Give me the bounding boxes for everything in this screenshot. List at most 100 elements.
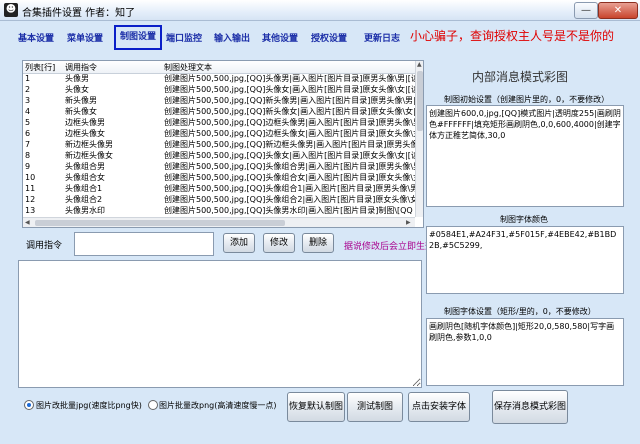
table-row[interactable]: 6 边框头像女 创建图片500,500,jpg,[QQ]边框头像女|画入图片[图片目… <box>23 129 415 139</box>
vertical-scrollbar[interactable]: ▲ <box>415 61 423 217</box>
test-drawing-button[interactable]: 测试制图 <box>347 392 403 422</box>
row-command: 头像男 <box>65 74 89 83</box>
modify-hint: 据说修改后会立即生效 <box>344 242 435 252</box>
tab-input-output[interactable]: 输入输出 <box>214 31 250 44</box>
window-title: 合集插件设置 作者：知了 <box>22 8 136 19</box>
column-header-index[interactable]: 列表[行] <box>25 62 55 73</box>
row-index: 4 <box>25 107 31 116</box>
row-index: 3 <box>25 96 31 105</box>
command-input[interactable] <box>74 232 214 256</box>
minimize-button[interactable]: — <box>574 2 598 19</box>
row-command: 头像男水印 <box>65 206 105 215</box>
tab-license-settings[interactable]: 授权设置 <box>311 31 347 44</box>
row-command: 边框头像男 <box>65 118 105 127</box>
table-row[interactable]: 9 头像组合男 创建图片500,500,jpg,[QQ]头像组合男|画入图片[图片目… <box>23 162 415 172</box>
row-command: 新头像男 <box>65 96 97 105</box>
row-index: 8 <box>25 151 31 160</box>
tab-menu-settings[interactable]: 菜单设置 <box>67 31 103 44</box>
jpg-batch-radio[interactable] <box>24 400 34 410</box>
horizontal-scrollbar[interactable]: ◀ ▶ <box>23 217 415 227</box>
row-text: 创建图片500,500,jpg,[QQ]新边框头像男|画入图片[图片目录]原男头… <box>164 140 415 149</box>
save-message-image-button[interactable]: 保存消息模式彩图 <box>492 390 568 424</box>
add-button[interactable]: 添加 <box>223 233 255 253</box>
modify-button[interactable]: 修改 <box>263 233 295 253</box>
row-index: 5 <box>25 118 31 127</box>
row-text: 创建图片500,500,jpg,[QQ]头像组合女|画入图片[图片目录]原女头像… <box>164 173 415 182</box>
tab-port-monitor[interactable]: 端口监控 <box>166 31 202 44</box>
scroll-right-icon[interactable]: ▶ <box>406 219 411 226</box>
command-label: 调用指令 <box>26 241 63 251</box>
row-text: 创建图片500,500,jpg,[QQ]头像男水印|画入图片[图片目录]制图\[… <box>164 206 413 215</box>
table-row[interactable]: 13 头像男水印 创建图片500,500,jpg,[QQ]头像男水印|画入图片[图片… <box>23 206 415 216</box>
drawing-text-area[interactable] <box>18 260 422 388</box>
tab-basic-settings[interactable]: 基本设置 <box>18 31 54 44</box>
table-row[interactable]: 2 头像女 创建图片500,500,jpg,[QQ]头像女|画入图片[图片目录]原女… <box>23 85 415 95</box>
vertical-scroll-thumb[interactable] <box>417 71 423 131</box>
tab-other-settings[interactable]: 其他设置 <box>262 31 298 44</box>
install-font-button[interactable]: 点击安装字体 <box>408 392 470 422</box>
tab-update-log[interactable]: 更新日志 <box>364 31 400 44</box>
row-index: 6 <box>25 129 31 138</box>
app-icon: ☻ <box>4 3 18 17</box>
table-row[interactable]: 3 新头像男 创建图片500,500,jpg,[QQ]新头像男|画入图片[图片目录]… <box>23 96 415 106</box>
row-text: 创建图片500,500,jpg,[QQ]头像组合男|画入图片[图片目录]原男头像… <box>164 162 415 171</box>
tab-drawing-settings[interactable]: 制图设置 <box>114 25 163 50</box>
row-index: 1 <box>25 74 31 83</box>
row-index: 9 <box>25 162 31 171</box>
row-text: 创建图片500,500,jpg,[QQ]新头像女|画入图片[图片目录]原女头像\… <box>164 107 415 116</box>
list-header: 列表[行] 调用指令 制图处理文本 <box>23 61 415 74</box>
row-index: 12 <box>25 195 36 204</box>
table-row[interactable]: 12 头像组合2 创建图片500,500,jpg,[QQ]头像组合2|画入图片[图片… <box>23 195 415 205</box>
row-command: 头像女 <box>65 85 89 94</box>
row-command: 新头像女 <box>65 107 97 116</box>
row-text: 创建图片500,500,jpg,[QQ]头像女|画入图片[图片目录]原女头像\女… <box>164 85 415 94</box>
row-index: 10 <box>25 173 36 182</box>
font-color-textbox[interactable]: #0584E1,#A24F31,#5F015F,#4EBE42,#B1BD2B,… <box>426 226 624 294</box>
row-command: 边框头像女 <box>65 129 105 138</box>
horizontal-scroll-thumb[interactable] <box>35 220 285 226</box>
font-settings-label: 制图字体设置（矩形/里的，0，不要修改） <box>444 307 596 316</box>
png-batch-label[interactable]: 图片批量改png(高清速度慢一点) <box>159 400 276 411</box>
scroll-up-icon[interactable]: ▲ <box>417 61 422 68</box>
panel-title: 内部消息模式彩图 <box>472 70 569 84</box>
table-row[interactable]: 4 新头像女 创建图片500,500,jpg,[QQ]新头像女|画入图片[图片目录]… <box>23 107 415 117</box>
close-button[interactable]: ✕ <box>598 2 638 19</box>
init-settings-textbox[interactable]: 创建图片600,0,jpg,[QQ]模式图片|透明度255|画刷阴色#FFFFF… <box>426 105 624 207</box>
column-header-command[interactable]: 调用指令 <box>65 62 97 73</box>
row-command: 新边框头像女 <box>65 151 113 160</box>
row-text: 创建图片500,500,jpg,[QQ]头像组合2|画入图片[图片目录]原女头像… <box>164 195 415 204</box>
row-command: 头像组合女 <box>65 173 105 182</box>
title-bar: ☻ 合集插件设置 作者：知了 — ✕ <box>0 0 640 21</box>
font-settings-textbox[interactable]: 画刷阴色[随机字体颜色]|矩形20,0,580,580|写字画刷阴色,参数1,0… <box>426 318 624 386</box>
table-row[interactable]: 7 新边框头像男 创建图片500,500,jpg,[QQ]新边框头像男|画入图片[图… <box>23 140 415 150</box>
table-row[interactable]: 11 头像组合1 创建图片500,500,jpg,[QQ]头像组合1|画入图片[图片… <box>23 184 415 194</box>
row-index: 11 <box>25 184 36 193</box>
scam-warning-text: 小心骗子，查询授权主人号是不是你的 <box>410 29 615 43</box>
row-index: 13 <box>25 206 36 215</box>
row-text: 创建图片500,500,jpg,[QQ]头像男|画入图片[图片目录]原男头像\男… <box>164 74 415 83</box>
table-row[interactable]: 10 头像组合女 创建图片500,500,jpg,[QQ]头像组合女|画入图片[图片… <box>23 173 415 183</box>
font-color-label: 制图字体颜色 <box>500 215 548 224</box>
table-row[interactable]: 8 新边框头像女 创建图片500,500,jpg,[QQ]头像女|画入图片[图片目录… <box>23 151 415 161</box>
row-command: 头像组合1 <box>65 184 103 193</box>
table-row[interactable]: 1 头像男 创建图片500,500,jpg,[QQ]头像男|画入图片[图片目录]原男… <box>23 74 415 84</box>
row-command: 头像组合2 <box>65 195 103 204</box>
row-index: 2 <box>25 85 31 94</box>
scroll-left-icon[interactable]: ◀ <box>25 219 30 226</box>
row-text: 创建图片500,500,jpg,[QQ]边框头像男|画入图片[图片目录]原男头像… <box>164 118 415 127</box>
column-header-text[interactable]: 制图处理文本 <box>164 62 212 73</box>
row-command: 新边框头像男 <box>65 140 113 149</box>
row-text: 创建图片500,500,jpg,[QQ]头像组合1|画入图片[图片目录]原男头像… <box>164 184 415 193</box>
row-command: 头像组合男 <box>65 162 105 171</box>
init-settings-label: 制图初始设置（创建图片里的，0，不要修改） <box>444 95 610 104</box>
row-index: 7 <box>25 140 31 149</box>
row-text: 创建图片500,500,jpg,[QQ]新头像男|画入图片[图片目录]原男头像\… <box>164 96 415 105</box>
command-list[interactable]: 列表[行] 调用指令 制图处理文本 1 头像男 创建图片500,500,jpg,[Q… <box>22 60 424 228</box>
table-row[interactable]: 5 边框头像男 创建图片500,500,jpg,[QQ]边框头像男|画入图片[图片目… <box>23 118 415 128</box>
png-batch-radio[interactable] <box>148 400 158 410</box>
row-text: 创建图片500,500,jpg,[QQ]头像女|画入图片[图片目录]原女头像\女… <box>164 151 415 160</box>
restore-default-button[interactable]: 恢复默认制图 <box>287 392 345 422</box>
delete-button[interactable]: 删除 <box>302 233 334 253</box>
jpg-batch-label[interactable]: 图片改批量jpg(速度比png快) <box>36 400 142 411</box>
row-text: 创建图片500,500,jpg,[QQ]边框头像女|画入图片[图片目录]原女头像… <box>164 129 415 138</box>
